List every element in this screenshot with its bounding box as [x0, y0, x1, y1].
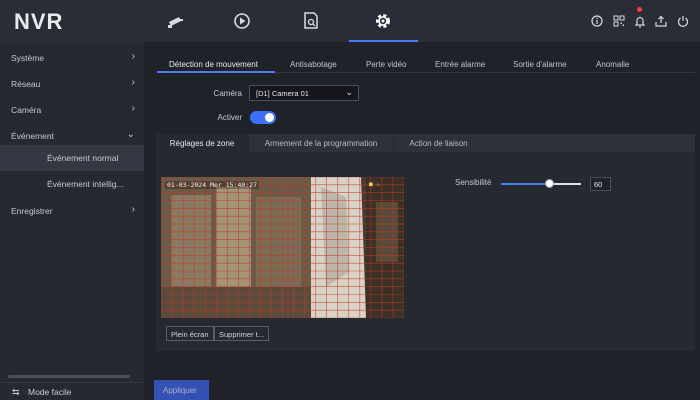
settings-panel: Réglages de zone Armement de la programm… — [156, 134, 695, 351]
sensitivity-label: Sensibilité — [455, 178, 492, 187]
sidebar: Système › Réseau › Caméra › Événement ⌄ … — [0, 42, 144, 400]
gear-icon[interactable] — [370, 8, 396, 34]
fullscreen-button[interactable]: Plein écran — [166, 326, 214, 341]
easy-mode-button[interactable]: ⇆ Mode facile — [0, 382, 144, 400]
sensitivity-slider-fill — [501, 183, 549, 185]
playback-icon[interactable] — [229, 8, 255, 34]
sensitivity-slider-thumb[interactable] — [545, 179, 554, 188]
sidebar-item-camera[interactable]: Caméra › — [0, 97, 144, 123]
chevron-right-icon: › — [131, 204, 135, 215]
notification-badge — [637, 7, 642, 12]
sidebar-item-label: Système — [11, 53, 45, 63]
top-bar: NVR — [0, 0, 700, 42]
sidebar-item-label: Réseau — [11, 79, 41, 89]
sidebar-item-smart-event[interactable]: Événement intellig... — [0, 171, 144, 197]
main-content: Détection de mouvement Antisabotage Pert… — [144, 42, 700, 400]
video-status-overlay: ■ ⚠ — [369, 181, 380, 188]
subtab-zone-settings[interactable]: Réglages de zone — [156, 134, 248, 152]
tab-tamper[interactable]: Antisabotage — [290, 60, 337, 69]
swap-icon: ⇆ — [12, 387, 20, 397]
qr-code-icon[interactable] — [611, 13, 627, 29]
notification-bell-icon[interactable] — [632, 13, 648, 29]
export-icon[interactable] — [653, 13, 669, 29]
sidebar-item-network[interactable]: Réseau › — [0, 71, 144, 97]
enable-toggle[interactable] — [250, 111, 276, 124]
info-icon[interactable] — [589, 13, 605, 29]
sidebar-item-label: Événement — [11, 131, 54, 141]
chevron-right-icon: › — [131, 51, 135, 62]
app-logo: NVR — [14, 9, 64, 34]
tab-alarm-output[interactable]: Sortie d'alarme — [513, 60, 567, 69]
active-tab-indicator — [157, 71, 275, 73]
chevron-right-icon: › — [131, 103, 135, 114]
chevron-right-icon: › — [131, 77, 135, 88]
file-search-icon[interactable] — [298, 8, 324, 34]
sidebar-item-label: Enregistrer — [11, 206, 53, 216]
delete-all-button[interactable]: Supprimer t... — [214, 326, 270, 341]
easy-mode-label: Mode facile — [28, 387, 72, 397]
video-timestamp: 01-03-2024 Mer 15:40:27 — [165, 181, 260, 189]
sidebar-item-record[interactable]: Enregistrer › — [0, 198, 144, 224]
sidebar-scrollbar[interactable] — [8, 375, 130, 378]
chevron-down-icon: ⌄ — [345, 87, 353, 97]
toggle-knob — [265, 113, 274, 122]
camera-select[interactable]: [D1] Camera 01 ⌄ — [249, 85, 359, 101]
video-preview[interactable]: 01-03-2024 Mer 15:40:27 ■ ⚠ — [161, 177, 404, 318]
subtab-schedule[interactable]: Armement de la programmation — [249, 134, 393, 152]
chevron-down-icon: ⌄ — [126, 129, 135, 140]
tab-video-loss[interactable]: Perte vidéo — [366, 60, 406, 69]
sidebar-item-label: Événement normal — [47, 153, 119, 163]
enable-label: Activer — [217, 113, 242, 122]
sensitivity-value[interactable]: 60 — [590, 177, 611, 191]
camera-icon[interactable] — [163, 8, 189, 34]
apply-button[interactable]: Appliquer — [154, 380, 209, 400]
subtab-bar-filler — [483, 134, 695, 152]
motion-grid-overlay — [161, 177, 404, 318]
power-icon[interactable] — [675, 13, 691, 29]
camera-select-value: [D1] Camera 01 — [256, 89, 309, 98]
sidebar-item-normal-event[interactable]: Événement normal — [0, 145, 144, 171]
tab-anomaly[interactable]: Anomalie — [596, 60, 629, 69]
tab-motion-detection[interactable]: Détection de mouvement — [169, 60, 258, 69]
tab-alarm-input[interactable]: Entrée alarme — [435, 60, 485, 69]
subtab-linkage-action[interactable]: Action de liaison — [394, 134, 483, 152]
camera-label: Caméra — [213, 89, 242, 98]
sidebar-item-system[interactable]: Système › — [0, 45, 144, 71]
sidebar-item-label: Événement intellig... — [47, 179, 124, 189]
sidebar-item-label: Caméra — [11, 105, 42, 115]
